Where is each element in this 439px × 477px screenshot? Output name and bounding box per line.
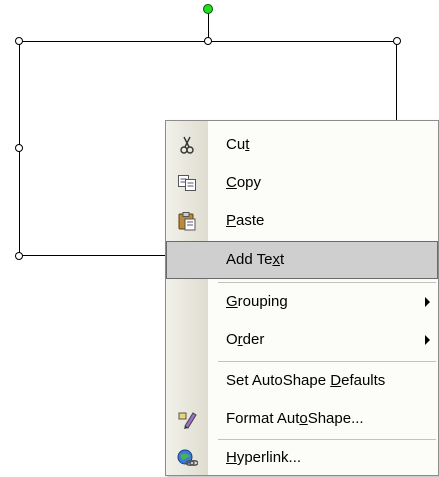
menu-item-label: Copy <box>226 174 262 191</box>
menu-item-label: Cut <box>226 136 250 153</box>
hyperlink-icon <box>176 448 198 468</box>
menu-item-label: Format AutoShape... <box>226 410 364 427</box>
resize-handle-top-right[interactable] <box>393 37 401 45</box>
resize-handle-bottom-left[interactable] <box>15 252 23 260</box>
menu-item-label: Order <box>226 331 265 348</box>
rotation-stem <box>208 12 209 40</box>
copy-icon <box>176 173 198 193</box>
paste-icon <box>176 211 198 231</box>
context-menu: Cut Copy Paste Add Text Grouping Order S… <box>165 120 439 476</box>
menu-item-set-autoshape-defaults[interactable]: Set AutoShape Defaults <box>166 362 438 400</box>
resize-handle-left[interactable] <box>15 144 23 152</box>
menu-item-copy[interactable]: Copy <box>166 164 438 202</box>
menu-item-cut[interactable]: Cut <box>166 126 438 164</box>
menu-item-add-text[interactable]: Add Text <box>166 241 438 279</box>
resize-handle-top-left[interactable] <box>15 37 23 45</box>
scissors-icon <box>176 135 198 155</box>
resize-handle-top[interactable] <box>204 37 212 45</box>
menu-item-grouping[interactable]: Grouping <box>166 283 438 321</box>
submenu-arrow-icon <box>425 335 430 345</box>
menu-item-label: Add Text <box>226 251 285 268</box>
menu-item-label: Paste <box>226 212 265 229</box>
rotation-handle[interactable] <box>203 4 213 14</box>
format-shape-icon <box>176 409 198 429</box>
menu-item-label: Hyperlink... <box>226 449 302 466</box>
menu-item-hyperlink[interactable]: Hyperlink... <box>166 439 438 477</box>
menu-item-label: Grouping <box>226 293 288 310</box>
menu-item-label: Set AutoShape Defaults <box>226 372 386 389</box>
menu-item-format-autoshape[interactable]: Format AutoShape... <box>166 400 438 438</box>
menu-item-order[interactable]: Order <box>166 321 438 359</box>
submenu-arrow-icon <box>425 297 430 307</box>
menu-item-paste[interactable]: Paste <box>166 202 438 240</box>
